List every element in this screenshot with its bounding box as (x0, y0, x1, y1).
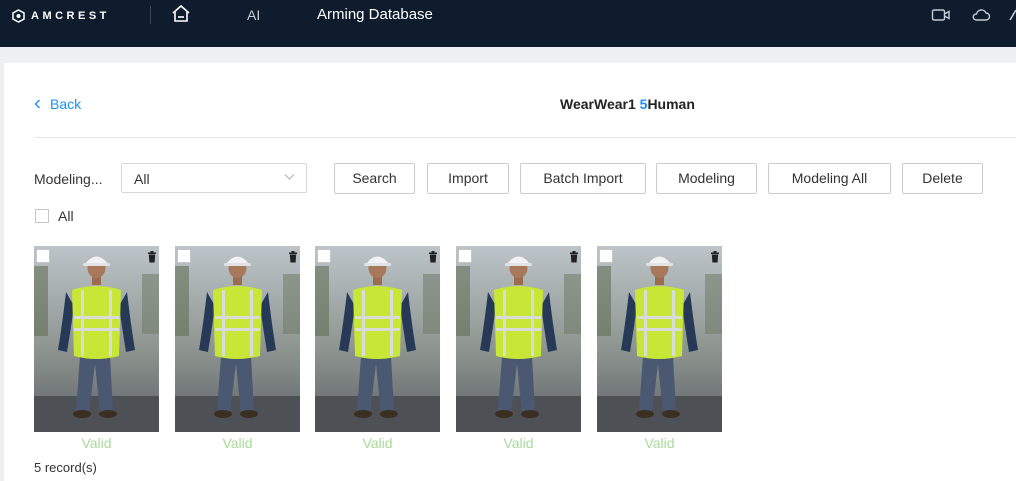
delete-button[interactable]: Delete (902, 163, 983, 194)
trash-icon[interactable] (288, 251, 298, 263)
title-suffix: Human (647, 96, 695, 112)
card-status: Valid (81, 435, 112, 451)
user-icon (1009, 9, 1016, 21)
home-icon (172, 4, 190, 22)
modeling-status-select[interactable]: All (121, 163, 307, 193)
card-checkbox[interactable] (36, 249, 50, 263)
user-button[interactable] (1009, 7, 1016, 28)
face-card[interactable] (175, 246, 300, 432)
face-card[interactable] (597, 246, 722, 432)
person-photo (34, 246, 159, 432)
camera-button[interactable] (931, 7, 951, 28)
brand-name: AMCREST (31, 10, 110, 22)
chevron-down-icon (284, 174, 295, 180)
person-photo (597, 246, 722, 432)
select-all-checkbox[interactable] (35, 209, 49, 223)
logo-icon (12, 9, 25, 23)
back-link[interactable]: Back (34, 96, 81, 112)
chevron-left-icon (34, 99, 40, 109)
cloud-icon (972, 9, 991, 21)
batch-import-button[interactable]: Batch Import (520, 163, 646, 194)
record-count: 5 record(s) (34, 460, 97, 475)
card-checkbox[interactable] (177, 249, 191, 263)
divider (150, 6, 151, 24)
modeling-all-button[interactable]: Modeling All (768, 163, 891, 194)
select-value: All (134, 171, 150, 187)
header-divider (34, 137, 1016, 138)
cloud-button[interactable] (971, 7, 991, 28)
title-name: WearWear1 (560, 96, 640, 112)
face-card[interactable] (34, 246, 159, 432)
person-photo (175, 246, 300, 432)
face-card[interactable] (456, 246, 581, 432)
nav-ai[interactable]: AI (247, 7, 260, 23)
person-photo (456, 246, 581, 432)
nav-arming-database[interactable]: Arming Database (317, 6, 433, 23)
trash-icon[interactable] (710, 251, 720, 263)
trash-icon[interactable] (147, 251, 157, 263)
camera-icon (931, 9, 950, 21)
search-button[interactable]: Search (334, 163, 415, 194)
modeling-button[interactable]: Modeling (656, 163, 757, 194)
page-title: WearWear1 5Human (560, 96, 695, 112)
card-checkbox[interactable] (599, 249, 613, 263)
card-status: Valid (222, 435, 253, 451)
card-checkbox[interactable] (317, 249, 331, 263)
card-status: Valid (644, 435, 675, 451)
trash-icon[interactable] (569, 251, 579, 263)
brand-logo[interactable]: AMCREST (12, 8, 110, 24)
modeling-filter-label: Modeling... (34, 171, 103, 187)
card-checkbox[interactable] (458, 249, 472, 263)
card-status: Valid (503, 435, 534, 451)
trash-icon[interactable] (428, 251, 438, 263)
import-button[interactable]: Import (427, 163, 509, 194)
select-all-label: All (58, 208, 74, 224)
back-label: Back (50, 96, 82, 112)
home-button[interactable] (170, 4, 192, 24)
top-bar: AMCREST AI Arming Database (0, 0, 1016, 47)
person-photo (315, 246, 440, 432)
card-status: Valid (362, 435, 393, 451)
face-card[interactable] (315, 246, 440, 432)
